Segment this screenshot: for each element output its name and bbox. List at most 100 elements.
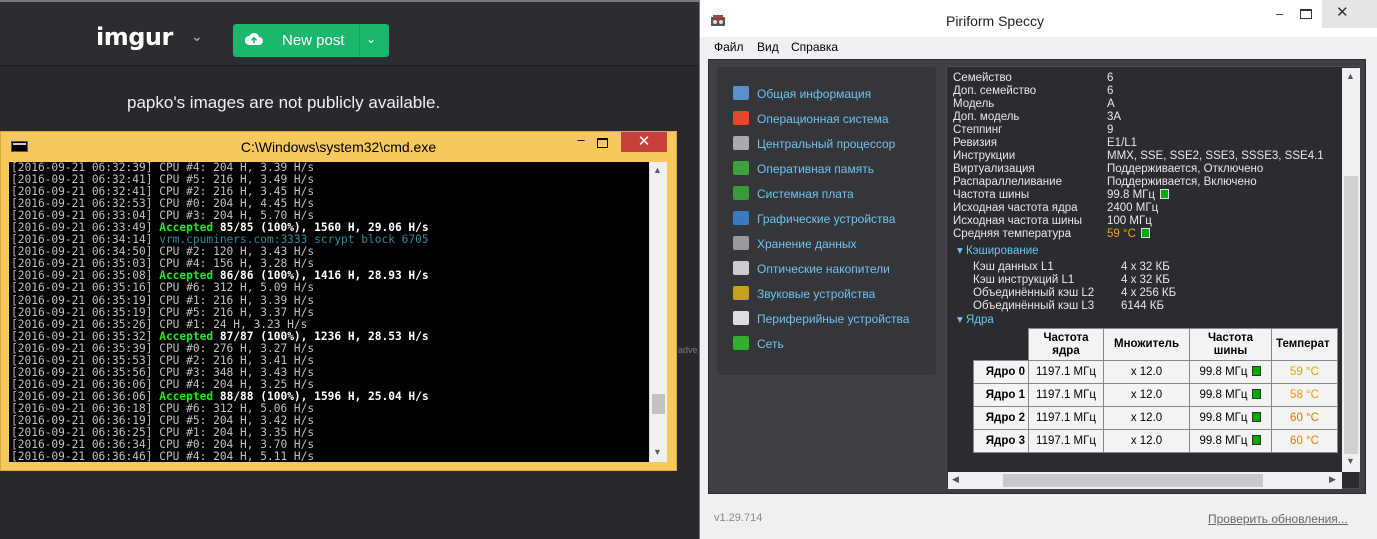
table-row[interactable]: Ядро 3 1197.1 МГц x 12.0 99.8 МГц 60 °C — [973, 429, 1338, 453]
scroll-thumb[interactable] — [652, 394, 665, 414]
bus-frequency: 99.8 МГц — [1189, 406, 1272, 430]
sidebar-item[interactable]: Центральный процессор — [733, 134, 933, 154]
sidebar-item-label: Операционная система — [757, 112, 889, 126]
property-value: Поддерживается, Отключено — [1107, 163, 1263, 175]
menu-view[interactable]: Вид — [757, 40, 779, 54]
bus-frequency: 99.8 МГц — [1189, 383, 1272, 407]
scroll-thumb[interactable] — [1003, 474, 1263, 487]
menu-help[interactable]: Справка — [791, 40, 838, 54]
table-row[interactable]: Ядро 1 1197.1 МГц x 12.0 99.8 МГц 58 °C — [973, 383, 1338, 407]
property-value-text: 3A — [1107, 111, 1122, 123]
scroll-up-icon[interactable]: ▲ — [1346, 71, 1355, 81]
chevron-down-icon[interactable]: ⌄ — [191, 28, 203, 45]
console-message: CPU #4: 156 H, 3.28 H/s — [159, 257, 315, 271]
console-message: CPU #0: 204 H, 4.45 H/s — [159, 197, 315, 211]
scroll-up-icon[interactable]: ▲ — [653, 165, 662, 175]
console-message: 85/85 (100%), 1560 H, 29.06 H/s — [219, 221, 429, 235]
console-message: CPU #5: 216 H, 3.37 H/s — [159, 305, 315, 319]
minimize-icon[interactable]: ‒ — [1276, 6, 1283, 21]
sidebar-item[interactable]: Общая информация — [733, 84, 933, 104]
sidebar-item[interactable]: Периферийные устройства — [733, 309, 933, 329]
sidebar-item[interactable]: Оперативная память — [733, 159, 933, 179]
sidebar-item-label: Сеть — [757, 337, 784, 351]
menu-file[interactable]: Файл — [714, 40, 744, 54]
sidebar-item[interactable]: Хранение данных — [733, 234, 933, 254]
console-timestamp: [2016-09-21 06:36:25] — [11, 426, 153, 440]
maximize-icon[interactable] — [597, 138, 608, 148]
collapse-triangle-icon: ▾ — [957, 314, 966, 326]
property-value: 6 — [1107, 85, 1113, 97]
console-output[interactable]: [2016-09-21 06:32:39] CPU #4: 204 H, 3.3… — [9, 162, 649, 462]
column-header: Частота шины — [1189, 328, 1272, 361]
cache-value: 4 x 256 КБ — [1121, 287, 1177, 299]
console-scrollbar[interactable]: ▲ ▼ — [649, 162, 667, 462]
maximize-icon[interactable] — [1300, 9, 1312, 19]
sidebar-item[interactable]: Сеть — [733, 334, 933, 354]
console-timestamp: [2016-09-21 06:36:19] — [11, 413, 153, 427]
core-temperature-text: 58 °C — [1290, 389, 1319, 401]
check-updates-link[interactable]: Проверить обновления... — [1208, 512, 1348, 526]
core-name-text: Ядро 1 — [985, 389, 1025, 401]
minimize-icon[interactable]: ‒ — [567, 132, 595, 152]
table-row[interactable]: Ядро 0 1197.1 МГц x 12.0 99.8 МГц 59 °C — [973, 360, 1338, 384]
cmd-title-bar[interactable]: C:\Windows\system32\cmd.exe ‒ ✕ — [1, 132, 676, 161]
cores-section-header[interactable]: ▾ Ядра — [957, 312, 994, 326]
property-value-text: 99.8 МГц — [1107, 189, 1155, 201]
core-multiplier: x 12.0 — [1103, 383, 1190, 407]
status-bar-icon — [1140, 228, 1150, 238]
console-message: CPU #6: 312 H, 5.06 H/s — [159, 401, 315, 415]
horizontal-scrollbar[interactable]: ◀ ▶ — [948, 472, 1342, 489]
console-timestamp: [2016-09-21 06:35:53] — [11, 353, 153, 367]
core-multiplier-text: x 12.0 — [1130, 366, 1163, 378]
console-message: CPU #5: 204 H, 3.42 H/s — [159, 413, 315, 427]
property-key: Исходная частота шины — [953, 215, 1083, 227]
core-frequency: 1197.1 МГц — [1028, 406, 1104, 430]
bus-frequency: 99.8 МГц — [1189, 429, 1272, 453]
chevron-down-icon[interactable]: ⌄ — [366, 32, 376, 46]
new-post-label: New post — [282, 32, 345, 49]
sidebar-item[interactable]: Операционная система — [733, 109, 933, 129]
new-post-button[interactable]: New post ⌄ — [233, 24, 389, 57]
vertical-scrollbar[interactable]: ▲ ▼ — [1342, 68, 1360, 472]
core-frequency-text: 1197.1 МГц — [1036, 435, 1096, 447]
network-icon — [733, 336, 749, 350]
sidebar-item[interactable]: Оптические накопители — [733, 259, 933, 279]
summary-icon — [733, 86, 749, 100]
scroll-left-icon[interactable]: ◀ — [952, 474, 959, 485]
cache-key: Объединённый кэш L2 — [973, 287, 1095, 299]
details-panel[interactable]: Семейство 6 Доп. семейство 6 Модель A Доп. мод… — [946, 66, 1360, 489]
close-button[interactable]: ✕ — [1322, 0, 1377, 28]
cores-section-title: Ядра — [965, 314, 994, 326]
property-value-text: Поддерживается, Отключено — [1107, 163, 1264, 175]
table-row[interactable]: Ядро 2 1197.1 МГц x 12.0 99.8 МГц 60 °C — [973, 406, 1338, 430]
sidebar-item-label: Звуковые устройства — [757, 287, 876, 301]
property-value: A — [1107, 98, 1115, 110]
speccy-title-bar[interactable]: Piriform Speccy ‒ ✕ — [700, 0, 1377, 37]
cache-value: 4 x 32 КБ — [1121, 261, 1170, 273]
console-timestamp: [2016-09-21 06:35:19] — [11, 293, 153, 307]
sidebar-item[interactable]: Звуковые устройства — [733, 284, 933, 304]
column-header: Температ — [1271, 328, 1338, 361]
property-value-text: E1/L1 — [1107, 137, 1138, 149]
ad-label-fragment: adve — [678, 345, 698, 355]
bus-frequency-text: 99.8 МГц — [1199, 389, 1248, 401]
property-key: Модель — [953, 98, 995, 110]
scroll-right-icon[interactable]: ▶ — [1329, 474, 1336, 485]
cache-key: Кэш данных L1 — [973, 261, 1054, 273]
sidebar-nav: Общая информация Операционная система Цент… — [717, 67, 936, 375]
property-value: Поддерживается, Включено — [1107, 176, 1257, 188]
imgur-logo[interactable]: imgur — [96, 23, 173, 51]
sidebar-item[interactable]: Графические устройства — [733, 209, 933, 229]
console-message: 88/88 (100%), 1596 H, 25.04 H/s — [219, 389, 429, 403]
cache-section-header[interactable]: ▾ Кэширование — [957, 243, 1039, 257]
windows-icon — [733, 111, 749, 125]
console-message: CPU #5: 216 H, 3.49 H/s — [159, 173, 315, 187]
scroll-thumb[interactable] — [1344, 176, 1358, 454]
mouse-icon — [733, 311, 749, 325]
scroll-down-icon[interactable]: ▼ — [653, 447, 662, 457]
close-icon[interactable]: ✕ — [621, 132, 667, 152]
accepted-label: Accepted — [159, 221, 214, 235]
sidebar-item[interactable]: Системная плата — [733, 184, 933, 204]
scroll-down-icon[interactable]: ▼ — [1346, 456, 1355, 466]
core-temperature: 60 °C — [1271, 429, 1338, 453]
